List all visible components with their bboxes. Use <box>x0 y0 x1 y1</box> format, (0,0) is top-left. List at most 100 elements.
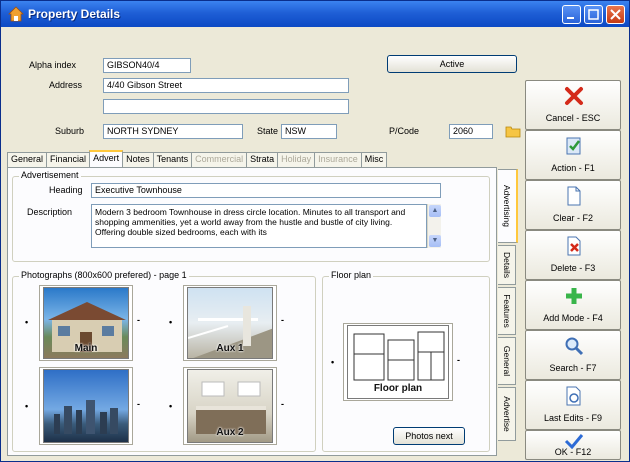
last-edits-button-label: Last Edits - F9 <box>543 413 603 423</box>
maximize-icon <box>588 9 599 20</box>
floor-plan-group-title: Floor plan <box>329 270 374 280</box>
advertisement-group-title: Advertisement <box>19 170 81 180</box>
description-label: Description <box>27 207 73 217</box>
description-field[interactable]: Modern 3 bedroom Townhouse in dress circ… <box>91 204 427 248</box>
tab-insurance[interactable]: Insurance <box>314 152 362 167</box>
close-button[interactable] <box>606 5 625 24</box>
photo-city[interactable] <box>43 369 129 443</box>
add-mode-button[interactable]: Add Mode - F4 <box>525 280 621 330</box>
photos-next-button[interactable]: Photos next <box>393 427 465 445</box>
delete-button-label: Delete - F3 <box>550 263 596 273</box>
photo-main-right-dash: - <box>137 315 140 325</box>
photographs-group: Photographs (800x600 prefered) - page 1 … <box>12 270 316 452</box>
cancel-x-icon <box>565 87 583 105</box>
photo-aux1-caption: Aux 1 <box>216 343 244 354</box>
floor-plan-image[interactable]: Floor plan <box>347 325 449 399</box>
clear-button[interactable]: Clear - F2 <box>525 180 621 230</box>
minimize-button[interactable] <box>562 5 581 24</box>
cancel-button-label: Cancel - ESC <box>545 113 601 123</box>
scroll-down-icon[interactable]: ▼ <box>429 235 441 247</box>
title-bar[interactable]: Property Details <box>1 1 629 27</box>
photo-aux1-left-bullet: • <box>169 317 173 327</box>
photo-3-left-bullet: • <box>25 401 29 411</box>
folder-icon[interactable] <box>505 124 521 138</box>
side-tab-details-label: Details <box>501 252 512 278</box>
clear-page-icon <box>567 186 581 206</box>
client-area: Alpha index GIBSON40/4 Active Address 4/… <box>5 28 625 460</box>
side-tab-features-label: Features <box>501 294 512 328</box>
alpha-index-field[interactable]: GIBSON40/4 <box>103 58 191 73</box>
suburb-field[interactable]: NORTH SYDNEY <box>103 124 243 139</box>
side-tab-general[interactable]: General <box>498 337 516 385</box>
advert-panel: Advertisement Heading Executive Townhous… <box>7 167 497 456</box>
tab-tenants[interactable]: Tenants <box>152 152 193 167</box>
address-label: Address <box>49 80 83 90</box>
search-button-label: Search - F7 <box>549 363 597 373</box>
suburb-label: Suburb <box>55 126 85 136</box>
last-edits-button[interactable]: Last Edits - F9 <box>525 380 621 430</box>
cancel-button[interactable]: Cancel - ESC <box>525 80 621 130</box>
side-tab-advertising-label: Advertising <box>502 184 512 228</box>
maximize-button[interactable] <box>584 5 603 24</box>
window-title: Property Details <box>28 7 121 21</box>
side-tab-advertise-label: Advertise <box>501 396 512 432</box>
floor-plan-left-bullet: • <box>331 357 335 367</box>
address-line1-field[interactable]: 4/40 Gibson Street <box>103 78 349 93</box>
floor-plan-caption: Floor plan <box>373 383 423 394</box>
ok-button[interactable]: OK - F12 <box>525 430 621 460</box>
active-button[interactable]: Active <box>387 55 517 73</box>
add-plus-icon <box>566 288 582 304</box>
heading-field[interactable]: Executive Townhouse <box>91 183 441 198</box>
heading-label: Heading <box>49 185 83 195</box>
postcode-label: P/Code <box>389 126 420 136</box>
tab-notes[interactable]: Notes <box>122 152 154 167</box>
ok-button-label: OK - F12 <box>554 447 592 457</box>
floor-plan-group: Floor plan Floor plan • - Photos next <box>322 270 490 452</box>
side-tab-details[interactable]: Details <box>498 245 516 285</box>
side-tab-bar: Advertising Details Features General Adv… <box>498 167 518 456</box>
property-tab-bar: General Financial Advert Notes Tenants C… <box>7 150 388 167</box>
photo-aux1[interactable]: Aux 1 <box>187 287 273 359</box>
photo-aux2[interactable]: Aux 2 <box>187 369 273 443</box>
photo-aux2-right-dash: - <box>281 399 284 409</box>
description-scrollbar[interactable]: ▲ ▼ <box>427 204 441 248</box>
city-skyline-icon <box>54 400 118 434</box>
tab-financial[interactable]: Financial <box>46 152 91 167</box>
advertisement-group: Advertisement Heading Executive Townhous… <box>12 170 490 262</box>
photo-aux2-left-bullet: • <box>169 401 173 411</box>
tab-misc[interactable]: Misc <box>360 152 388 167</box>
tab-strata[interactable]: Strata <box>246 152 279 167</box>
state-field[interactable]: NSW <box>281 124 337 139</box>
delete-icon <box>567 236 581 256</box>
last-edits-icon <box>566 386 581 406</box>
photo-main-caption: Main <box>74 343 98 354</box>
side-tab-features[interactable]: Features <box>498 287 516 335</box>
address-line2-field[interactable] <box>103 99 349 114</box>
tab-holiday[interactable]: Holiday <box>277 152 316 167</box>
alpha-index-label: Alpha index <box>29 60 77 70</box>
side-tab-advertise[interactable]: Advertise <box>498 387 516 441</box>
action-button-label: Action - F1 <box>551 163 595 173</box>
tab-advert[interactable]: Advert <box>89 150 124 167</box>
scroll-up-icon[interactable]: ▲ <box>429 205 441 217</box>
action-icon <box>566 137 581 155</box>
tab-commercial[interactable]: Commercial <box>191 152 248 167</box>
search-button[interactable]: Search - F7 <box>525 330 621 380</box>
action-button[interactable]: Action - F1 <box>525 130 621 180</box>
postcode-field[interactable]: 2060 <box>449 124 493 139</box>
add-mode-button-label: Add Mode - F4 <box>543 313 603 323</box>
minimize-icon <box>567 17 574 19</box>
photo-aux2-caption: Aux 2 <box>216 427 244 438</box>
photo-3-right-dash: - <box>137 399 140 409</box>
photo-main[interactable]: Main <box>43 287 129 359</box>
photo-aux1-right-dash: - <box>281 315 284 325</box>
house-icon <box>8 6 24 22</box>
delete-button[interactable]: Delete - F3 <box>525 230 621 280</box>
floor-plan-right-dash: - <box>457 355 460 365</box>
photographs-group-title: Photographs (800x600 prefered) - page 1 <box>19 270 189 280</box>
close-icon <box>610 9 621 20</box>
side-tab-general-label: General <box>501 345 512 377</box>
clear-button-label: Clear - F2 <box>552 213 593 223</box>
side-tab-advertising[interactable]: Advertising <box>498 169 518 243</box>
tab-general[interactable]: General <box>7 152 48 167</box>
